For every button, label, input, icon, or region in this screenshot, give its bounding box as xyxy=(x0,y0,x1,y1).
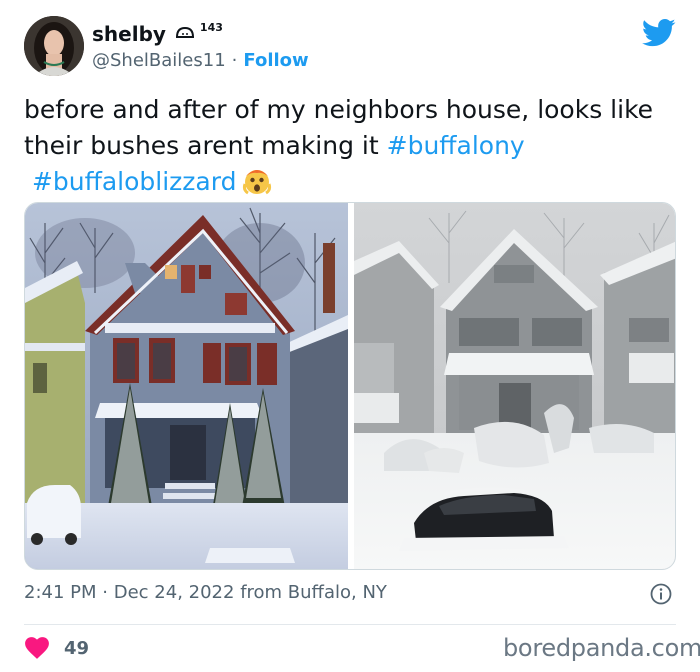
separator-dot: · xyxy=(231,50,238,71)
tweet-text: before and after of my neighbors house, … xyxy=(24,92,684,200)
after-photo[interactable] xyxy=(354,203,675,569)
tweet-card: shelby 143 @ShelBailes11 · Follow before a… xyxy=(0,0,700,672)
like-count: 49 xyxy=(64,637,90,659)
heart-icon[interactable] xyxy=(24,636,50,660)
tweet-text-line1: before and after of my neighbors house, … xyxy=(24,95,654,124)
author-display-name[interactable]: shelby xyxy=(92,22,166,46)
twitter-bird-icon[interactable] xyxy=(641,18,676,48)
tweet-date[interactable]: Dec 24, 2022 xyxy=(114,582,235,603)
author-name-row[interactable]: shelby 143 xyxy=(92,20,227,47)
author-handle-row: @ShelBailes11 · Follow xyxy=(92,50,309,71)
like-action[interactable]: 49 xyxy=(24,636,89,660)
tweet-meta: 2:41 PM · Dec 24, 2022 from Buffalo, NY xyxy=(24,582,387,603)
tweet-text-line2: their bushes arent making it #buffalony xyxy=(24,128,684,164)
follow-button[interactable]: Follow xyxy=(243,50,308,71)
hashtag-buffalony[interactable]: #buffalony xyxy=(387,131,525,160)
tweet-time[interactable]: 2:41 PM xyxy=(24,582,97,603)
shocked-face-emoji-icon xyxy=(242,166,272,196)
tweet-text-line2-prefix: their bushes arent making it xyxy=(24,131,387,160)
face-outline-icon xyxy=(174,25,196,43)
watermark: boredpanda.com xyxy=(503,634,700,662)
avatar[interactable] xyxy=(24,16,84,76)
author-handle[interactable]: @ShelBailes11 xyxy=(92,50,226,71)
tweet-location: from Buffalo, NY xyxy=(240,582,387,603)
meta-separator: · xyxy=(102,582,108,603)
hashtag-buffaloblizzard[interactable]: #buffaloblizzard xyxy=(32,167,236,196)
name-badge-count: 143 xyxy=(199,20,223,34)
info-icon[interactable] xyxy=(650,583,672,605)
divider xyxy=(24,624,676,625)
before-photo[interactable] xyxy=(25,203,348,569)
tweet-text-line3: #buffaloblizzard xyxy=(24,164,684,200)
tweet-media[interactable] xyxy=(24,202,676,570)
